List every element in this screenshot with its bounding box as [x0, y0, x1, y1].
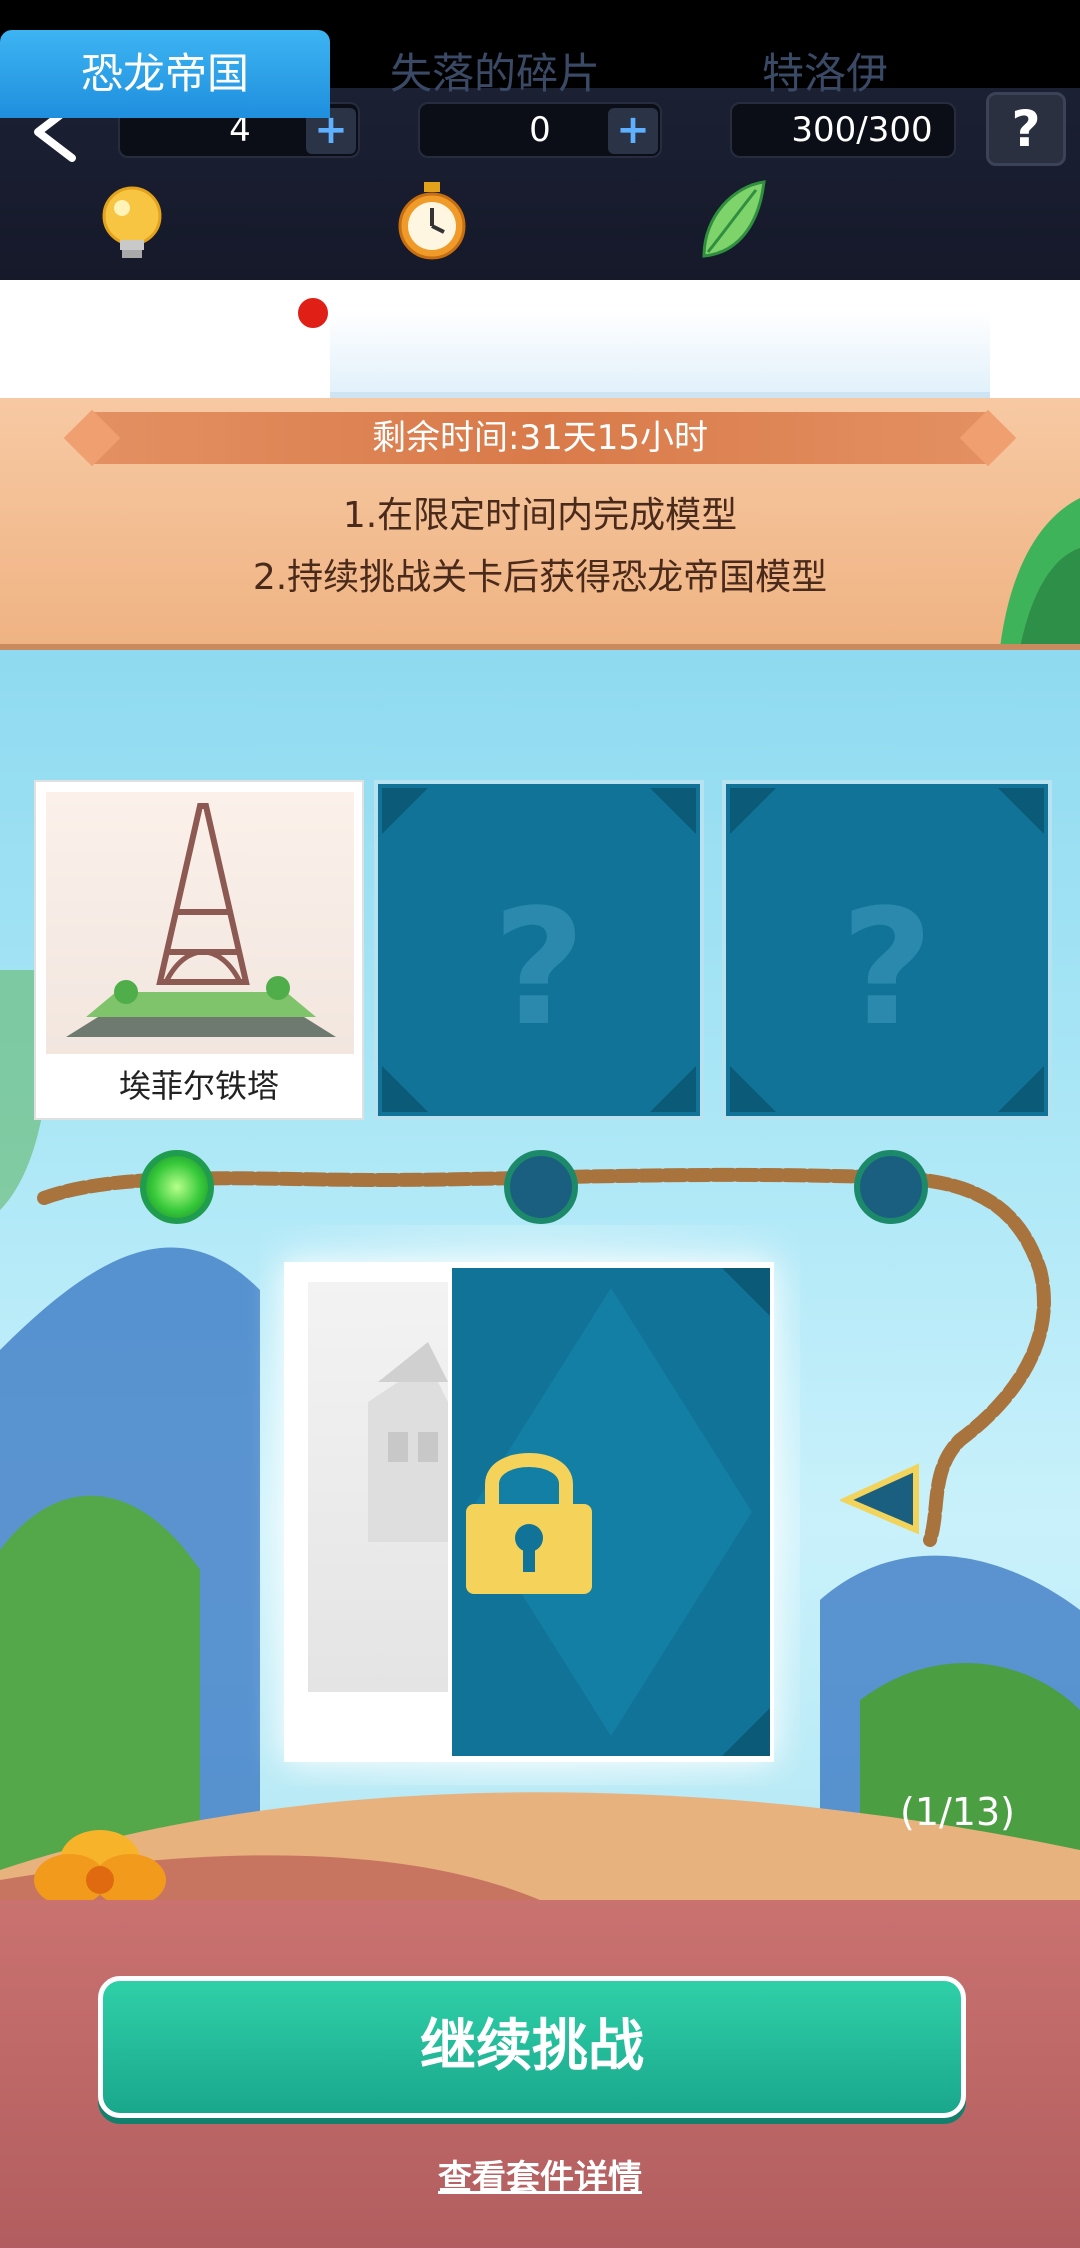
- tab-dinosaur-empire[interactable]: 恐龙帝国: [0, 30, 330, 118]
- remaining-time-banner: 剩余时间:31天15小时: [90, 412, 990, 464]
- progress-node-2[interactable]: [504, 1150, 578, 1224]
- rule-2: 2.持续挑战关卡后获得恐龙帝国模型: [252, 557, 828, 598]
- current-level-card[interactable]: [284, 1262, 774, 1762]
- locked-overlay: [452, 1268, 770, 1756]
- corner-decoration: [382, 1066, 428, 1112]
- eiffel-tower-illustration: [66, 803, 336, 1037]
- lightbulb-icon: [102, 186, 162, 258]
- building-sketch: [368, 1342, 448, 1542]
- corner-decoration: [998, 1066, 1044, 1112]
- model-card-locked-3[interactable]: ?: [722, 780, 1052, 1120]
- tab-troy[interactable]: 特洛伊: [660, 30, 990, 118]
- tab-bar-background: [330, 310, 990, 398]
- notification-badge: [294, 294, 332, 332]
- corner-decoration: [998, 788, 1044, 834]
- eiffel-tower-image: [46, 792, 354, 1054]
- model-card-locked-2[interactable]: ?: [374, 780, 704, 1120]
- model-preview-image: [308, 1282, 448, 1692]
- rule-1: 1.在限定时间内完成模型: [342, 495, 738, 536]
- direction-arrow-icon: [840, 1463, 919, 1535]
- view-set-details-link[interactable]: 查看套件详情: [0, 2150, 1080, 2199]
- tab-lost-fragments[interactable]: 失落的碎片: [330, 30, 660, 118]
- event-info-panel: 剩余时间:31天15小时 1.在限定时间内完成模型 2.持续挑战关卡后获得恐龙帝…: [0, 398, 1080, 650]
- palm-leaf-decoration: [1000, 498, 1080, 644]
- corner-decoration: [650, 1066, 696, 1112]
- continue-challenge-button[interactable]: 继续挑战: [98, 1976, 966, 2118]
- corner-decoration: [650, 788, 696, 834]
- unknown-model-mark: ?: [492, 874, 586, 1061]
- corner-decoration: [730, 788, 776, 834]
- progress-counter: (1/13): [900, 1790, 1015, 1834]
- corner-decoration: [382, 788, 428, 834]
- model-card-eiffel-tower[interactable]: 埃菲尔铁塔: [34, 780, 364, 1120]
- lock-icon: [466, 1453, 592, 1594]
- stopwatch-icon: [398, 182, 466, 260]
- unknown-model-mark: ?: [840, 874, 934, 1061]
- help-button[interactable]: ?: [986, 92, 1066, 166]
- leaf-icon: [702, 180, 766, 258]
- model-name: 埃菲尔铁塔: [118, 1067, 279, 1105]
- progress-node-3[interactable]: [854, 1150, 928, 1224]
- corner-decoration: [730, 1066, 776, 1112]
- progress-node-1[interactable]: [140, 1150, 214, 1224]
